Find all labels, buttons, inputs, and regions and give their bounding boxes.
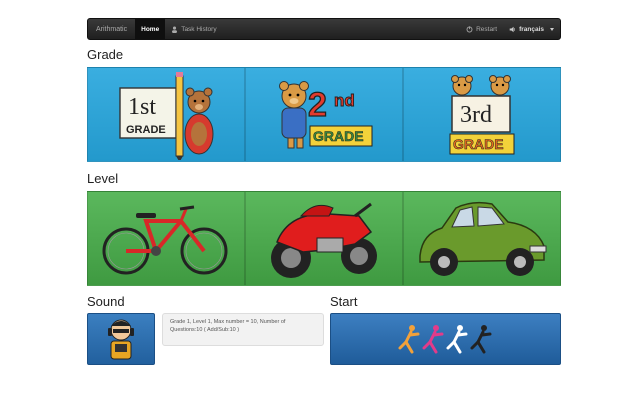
runners-icon: [398, 325, 491, 354]
nav-right-group: Restart français: [460, 26, 560, 33]
bicycle-icon: [102, 205, 228, 274]
top-navbar: Arithmatic Home Task History Restart fra…: [87, 18, 561, 40]
car-icon: [419, 201, 547, 276]
speaker-icon: [509, 26, 516, 32]
grade-3-card[interactable]: 3rd GRADE: [403, 67, 561, 162]
third-grade-bears-icon: 3rd GRADE: [449, 74, 515, 154]
sound-toggle-button[interactable]: [87, 313, 155, 365]
chevron-down-icon: [550, 27, 554, 31]
level-heading: Level: [87, 171, 119, 186]
grade-2-number: 2: [308, 86, 327, 124]
grade-3-text: GRADE: [453, 136, 504, 152]
settings-summary: Grade 1, Level 1, Max number = 10, Numbe…: [162, 313, 324, 346]
start-heading: Start: [330, 294, 358, 309]
grade-1-card[interactable]: 1st GRADE: [87, 67, 245, 162]
nav-home-tab[interactable]: Home: [135, 19, 166, 39]
grade-3-number: 3rd: [460, 102, 492, 128]
grade-2-text: GRADE: [313, 128, 364, 144]
restart-label: Restart: [476, 25, 498, 33]
start-button[interactable]: [330, 313, 561, 365]
restart-button[interactable]: Restart: [460, 26, 503, 33]
language-label: français: [519, 25, 544, 33]
first-grade-bear-pencil-icon: 1st GRADE: [119, 71, 214, 160]
restart-icon: [466, 25, 473, 32]
nav-task-history-label: Task History: [181, 25, 217, 33]
sound-heading: Sound: [87, 294, 125, 309]
grade-1-number: 1st: [128, 94, 156, 120]
grade-2-suffix: nd: [334, 91, 355, 110]
app-brand[interactable]: Arithmatic: [88, 26, 135, 33]
nav-task-history[interactable]: Task History: [165, 26, 222, 33]
level-3-card[interactable]: [403, 191, 561, 286]
grade-selector: 1st GRADE 2 nd GRADE 3rd GRADE: [87, 67, 561, 162]
grade-heading: Grade: [87, 47, 124, 62]
language-dropdown[interactable]: français: [503, 26, 560, 33]
person-headphones-icon: [108, 319, 134, 360]
level-2-card[interactable]: [245, 191, 403, 286]
level-1-card[interactable]: [87, 191, 245, 286]
level-selector: [87, 191, 561, 286]
user-icon: [172, 26, 178, 33]
motorcycle-icon: [271, 202, 377, 278]
second-grade-bear-icon: 2 nd GRADE: [279, 80, 373, 148]
grade-2-card[interactable]: 2 nd GRADE: [245, 67, 403, 162]
grade-1-text: GRADE: [126, 124, 166, 136]
